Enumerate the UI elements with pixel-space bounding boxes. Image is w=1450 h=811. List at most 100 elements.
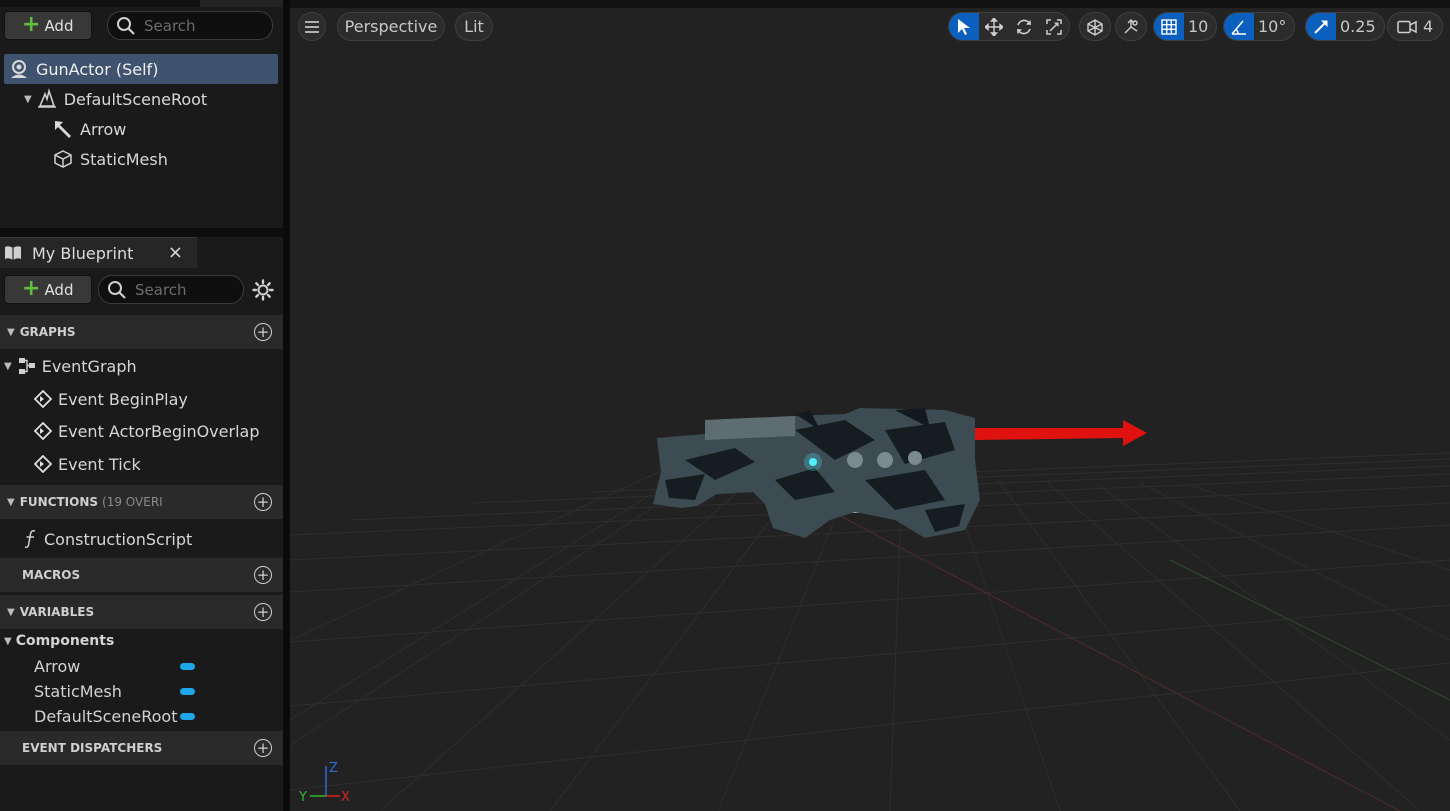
tree-item-label: GunActor (Self) [36, 59, 159, 79]
add-macro-icon[interactable]: + [254, 566, 272, 584]
expand-arrow-icon[interactable]: ▼ [24, 94, 32, 105]
tree-item-staticmesh[interactable]: StaticMesh [0, 144, 283, 174]
my-blueprint-panel: + Add ▼ GRAPHS + ▼ EventGraph Event Begi… [0, 268, 283, 811]
scene-root-icon [36, 88, 58, 110]
blueprint-search[interactable] [98, 275, 244, 304]
static-mesh-icon [52, 148, 74, 170]
add-component-button[interactable]: + Add [4, 11, 92, 40]
rotation-snap-value[interactable]: 10° [1254, 17, 1294, 36]
panel-splitter[interactable] [283, 0, 290, 811]
gear-icon[interactable] [252, 279, 274, 301]
section-variables-label: VARIABLES [19, 605, 95, 619]
scale-snap-toggle[interactable] [1306, 13, 1336, 40]
scale-snap-icon [1314, 20, 1328, 34]
close-icon[interactable]: × [168, 242, 183, 263]
coordinate-system-button[interactable] [1079, 12, 1111, 41]
actor-icon [8, 58, 30, 80]
tree-item-gunactor[interactable]: GunActor (Self) [4, 54, 278, 84]
scale-tool[interactable] [1039, 13, 1069, 40]
book-icon [4, 245, 22, 261]
event-icon [34, 390, 52, 408]
section-functions[interactable]: ▼ FUNCTIONS (19 OVERI + [0, 485, 283, 519]
grid-icon [1161, 18, 1177, 35]
expand-arrow-icon[interactable]: ▼ [4, 361, 12, 372]
event-label: Event ActorBeginOverlap [58, 421, 260, 441]
section-macros-label: MACROS [22, 568, 81, 582]
grid-snap-group[interactable]: 10 [1153, 12, 1218, 41]
perspective-button[interactable]: Perspective [337, 12, 445, 41]
section-event-dispatchers-label: EVENT DISPATCHERS [22, 741, 163, 755]
tree-item-label: Arrow [80, 119, 127, 139]
list-item-eventgraph[interactable]: ▼ EventGraph [0, 351, 283, 381]
world-coordinates-icon [1087, 18, 1103, 36]
scale-snap-value[interactable]: 0.25 [1336, 17, 1384, 36]
rotate-tool[interactable] [1009, 13, 1039, 40]
scale-snap-group[interactable]: 0.25 [1305, 12, 1385, 41]
variable-staticmesh[interactable]: StaticMesh [34, 679, 274, 703]
view-mode-button[interactable]: Lit [455, 12, 493, 41]
add-function-icon[interactable]: + [254, 493, 272, 511]
translate-tool[interactable] [979, 13, 1009, 40]
tree-item-label: DefaultSceneRoot [63, 89, 208, 109]
function-icon [22, 530, 40, 548]
arrow-component-icon [52, 118, 74, 140]
add-event-dispatcher-icon[interactable]: + [254, 739, 272, 757]
add-graph-icon[interactable]: + [254, 323, 272, 341]
list-item-event-actorbeginoverlap[interactable]: Event ActorBeginOverlap [0, 416, 283, 446]
collapse-arrow-icon: ▼ [7, 606, 15, 618]
section-variables[interactable]: ▼ VARIABLES + [0, 595, 283, 629]
list-item-constructionscript[interactable]: ConstructionScript [0, 524, 283, 554]
axis-gizmo: Z X Y [298, 761, 350, 805]
select-tool[interactable] [949, 13, 979, 40]
perspective-label: Perspective [344, 17, 438, 36]
rotation-snap-group[interactable]: 10° [1223, 12, 1296, 41]
blueprint-search-input[interactable] [135, 280, 225, 299]
left-panel: + Add GunActor (Self) ▼ DefaultSceneRoot… [0, 0, 283, 811]
event-label: Event Tick [58, 454, 141, 474]
scale-icon [1046, 18, 1062, 35]
add-variable-icon[interactable]: + [254, 603, 272, 621]
list-item-event-beginplay[interactable]: Event BeginPlay [0, 384, 283, 414]
list-item-event-tick[interactable]: Event Tick [0, 449, 283, 479]
object-type-pill-icon [180, 713, 195, 720]
plus-icon: + [22, 275, 41, 301]
grid-snap-value[interactable]: 10 [1184, 17, 1216, 36]
axis-y-label: Y [298, 790, 307, 805]
category-components[interactable]: ▼ Components [0, 629, 283, 653]
rotation-snap-toggle[interactable] [1224, 13, 1254, 40]
search-icon [108, 280, 126, 299]
category-components-label: Components [15, 633, 115, 649]
surface-snap-icon [1124, 18, 1138, 33]
gun-mesh[interactable] [645, 400, 1165, 550]
camera-icon [1397, 20, 1417, 33]
section-functions-label: FUNCTIONS [19, 495, 99, 509]
camera-speed-value: 4 [1423, 17, 1434, 36]
tree-item-defaultsceneroot[interactable]: ▼ DefaultSceneRoot [0, 84, 283, 114]
components-search[interactable] [107, 11, 273, 40]
variable-label: StaticMesh [34, 681, 122, 701]
variable-label: DefaultSceneRoot [34, 706, 178, 726]
axis-z-label: Z [329, 761, 338, 776]
variable-defaultsceneroot[interactable]: DefaultSceneRoot [34, 704, 274, 728]
variable-arrow[interactable]: Arrow [34, 654, 274, 678]
surface-snapping-button[interactable] [1115, 12, 1147, 41]
components-search-input[interactable] [144, 16, 254, 35]
tab-my-blueprint[interactable]: My Blueprint × [0, 237, 197, 268]
grid-snap-toggle[interactable] [1154, 13, 1184, 40]
event-icon [34, 422, 52, 440]
transform-tools [948, 12, 1070, 41]
object-type-pill-icon [180, 663, 195, 670]
angle-icon [1231, 20, 1246, 35]
section-event-dispatchers[interactable]: EVENT DISPATCHERS + [0, 731, 283, 765]
expand-arrow-icon[interactable]: ▼ [4, 636, 12, 647]
section-graphs[interactable]: ▼ GRAPHS + [0, 315, 283, 349]
add-blueprint-member-button[interactable]: + Add [4, 275, 92, 304]
section-macros[interactable]: MACROS + [0, 558, 283, 592]
viewport-options-button[interactable] [298, 12, 326, 41]
event-icon [34, 455, 52, 473]
camera-speed-button[interactable]: 4 [1387, 12, 1443, 41]
viewport[interactable]: Perspective Lit 10 10° 0.25 4 Z X Y [290, 0, 1450, 811]
tree-item-arrow[interactable]: Arrow [0, 114, 283, 144]
add-member-label: Add [44, 280, 74, 299]
hamburger-menu-icon [305, 20, 319, 33]
